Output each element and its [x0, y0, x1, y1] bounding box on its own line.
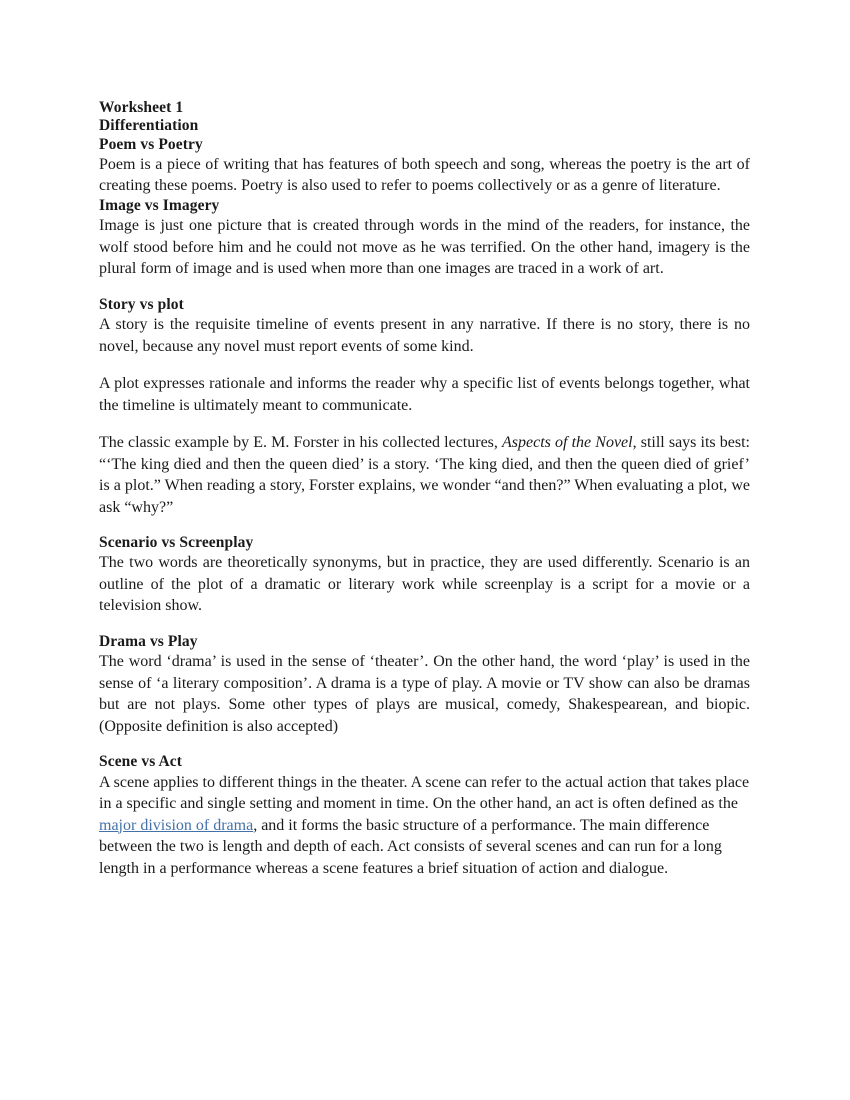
paragraph-scene-vs-act: A scene applies to different things in t… — [99, 772, 750, 880]
section-heading-story-vs-plot: Story vs plot — [99, 295, 184, 313]
paragraph-forster-example: The classic example by E. M. Forster in … — [99, 432, 750, 518]
page-title: Worksheet 1 — [99, 99, 184, 116]
forster-text-before-title: The classic example by E. M. Forster in … — [99, 434, 503, 452]
section-heading-poem-vs-poetry: Poem vs Poetry — [99, 135, 203, 153]
section-heading-drama-vs-play: Drama vs Play — [99, 632, 198, 650]
section-heading-image-vs-imagery: Image vs Imagery — [99, 196, 220, 214]
section-heading-scene-vs-act: Scene vs Act — [99, 753, 182, 771]
paragraph-scenario-vs-screenplay: The two words are theoretically synonyms… — [99, 554, 750, 615]
document-subtitle: Differentiation — [99, 117, 199, 135]
paragraph-plot-definition: A plot expresses rationale and informs t… — [99, 375, 750, 414]
document-page: Worksheet 1 Differentiation Poem vs Poet… — [0, 0, 850, 1100]
paragraph-image-vs-imagery: Image is just one picture that is create… — [99, 217, 750, 278]
paragraph-poem-vs-poetry: Poem is a piece of writing that has feat… — [99, 155, 750, 195]
section-heading-scenario-vs-screenplay: Scenario vs Screenplay — [99, 534, 254, 552]
book-title-aspects-of-the-novel: Aspects of the Novel — [502, 434, 633, 452]
document-body: Worksheet 1 Differentiation Poem vs Poet… — [99, 99, 750, 895]
link-major-division-of-drama[interactable]: major division of drama — [99, 817, 253, 834]
scene-text-before-link: A scene applies to different things in t… — [99, 773, 750, 813]
paragraph-drama-vs-play: The word ‘drama’ is used in the sense of… — [99, 653, 750, 735]
paragraph-story-definition: A story is the requisite timeline of eve… — [99, 315, 750, 355]
